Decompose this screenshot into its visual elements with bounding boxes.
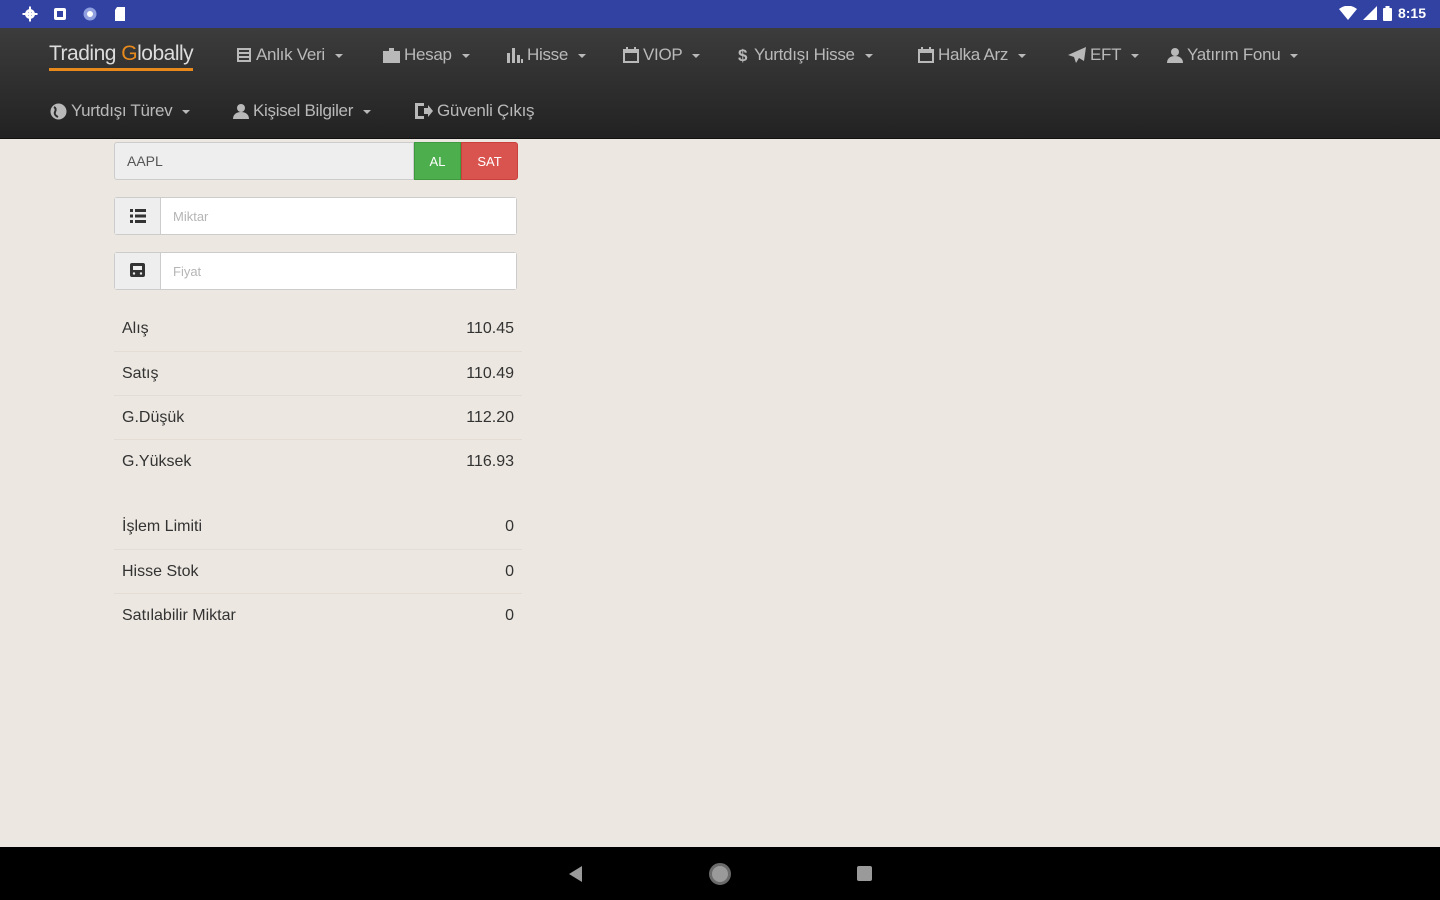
nav-item-hisse[interactable]: Hisse (506, 45, 587, 65)
sd-card-icon (115, 7, 125, 21)
system-nav-bar (0, 847, 1440, 900)
nav-item-anlik-veri[interactable]: Anlık Veri (236, 45, 343, 65)
nav-item-label: Kişisel Bilgiler (253, 101, 354, 120)
nav-item-label: Yurtdışı Türev (71, 101, 173, 120)
nav-item-label: Yurtdışı Hisse (754, 45, 855, 64)
chevron-down-icon (692, 54, 701, 58)
row-value: 116.93 (466, 452, 514, 470)
table-row: Satış 110.49 (114, 351, 522, 395)
brand-logo[interactable]: Trading Globally (49, 42, 194, 71)
row-value: 112.20 (466, 408, 514, 426)
status-bar-left-icons (22, 6, 128, 22)
nav-item-yatirim-fonu[interactable]: Yatırım Fonu (1167, 45, 1299, 65)
row-label: Satış (122, 364, 159, 382)
sim-icon (54, 8, 66, 20)
nav-item-label: Yatırım Fonu (1187, 45, 1281, 64)
wifi-icon (1338, 6, 1357, 20)
user-icon (1167, 48, 1183, 63)
quantity-input[interactable] (161, 198, 516, 234)
row-label: Alış (122, 320, 149, 337)
row-label: Hisse Stok (122, 562, 199, 580)
chevron-down-icon (461, 54, 470, 58)
table-row: G.Yüksek 116.93 (114, 439, 522, 483)
chevron-down-icon (864, 54, 873, 58)
chevron-down-icon (334, 54, 343, 58)
list-icon (129, 209, 146, 223)
table-row: Alış 110.45 (114, 307, 522, 351)
nav-item-label: Hisse (527, 45, 569, 64)
nav-item-kisisel-bilgiler[interactable]: Kişisel Bilgiler (233, 101, 372, 121)
nav-item-yurtdisi-turev[interactable]: Yurtdışı Türev (50, 101, 191, 121)
table-row: İşlem Limiti 0 (114, 505, 522, 549)
circle-icon (83, 7, 97, 21)
brand-prefix: Trading (49, 42, 122, 65)
symbol-input-group: AL SAT (114, 142, 518, 180)
row-value: 0 (505, 606, 514, 624)
home-icon[interactable] (709, 863, 731, 885)
globe-icon (50, 103, 67, 119)
status-bar-right: 8:15 (1338, 5, 1426, 21)
dollar-icon: $ (738, 46, 748, 64)
quantity-addon (115, 198, 161, 234)
brand-accent: G (121, 42, 138, 65)
chevron-down-icon (182, 110, 191, 114)
row-label: Satılabilir Miktar (122, 606, 236, 624)
chevron-down-icon (1018, 54, 1027, 58)
nav-item-halka-arz[interactable]: Halka Arz (918, 45, 1027, 65)
back-icon[interactable] (569, 866, 582, 882)
briefcase-icon (383, 47, 400, 63)
nav-item-viop[interactable]: VIOP (623, 45, 701, 65)
table-icon (237, 48, 251, 62)
recents-icon[interactable] (857, 866, 872, 881)
status-time: 8:15 (1397, 5, 1426, 21)
price-addon (115, 253, 161, 289)
calendar-icon (623, 47, 639, 63)
symbol-input[interactable] (114, 142, 414, 180)
nav-item-label: VIOP (643, 45, 683, 64)
nav-item-yurtdisi-hisse[interactable]: $ Yurtdışı Hisse (738, 45, 873, 65)
logout-icon (415, 103, 433, 119)
row-value: 110.45 (466, 320, 514, 337)
nav-item-label: Güvenli Çıkış (437, 101, 535, 120)
svg-text:$: $ (738, 46, 748, 64)
nav-item-eft[interactable]: EFT (1068, 45, 1140, 65)
nav-item-hesap[interactable]: Hesap (383, 45, 470, 65)
row-label: G.Düşük (122, 408, 185, 426)
price-input-group (114, 252, 517, 290)
calendar-icon (918, 47, 934, 63)
price-input[interactable] (161, 253, 516, 289)
buy-button[interactable]: AL (414, 142, 461, 180)
nav-item-label: EFT (1090, 45, 1122, 64)
send-icon (1068, 47, 1086, 63)
row-label: İşlem Limiti (122, 518, 203, 535)
chevron-down-icon (1131, 54, 1140, 58)
limits-table: İşlem Limiti 0 Hisse Stok 0 Satılabilir Mi… (114, 505, 522, 637)
top-navbar: Trading Globally Anlık Veri Hesap Hisse … (0, 28, 1440, 139)
table-row: Satılabilir Miktar 0 (114, 593, 522, 637)
chevron-down-icon (1290, 54, 1299, 58)
settings-icon (22, 6, 38, 22)
nav-item-label: Anlık Veri (256, 45, 325, 64)
quantity-input-group (114, 197, 517, 235)
chevron-down-icon (578, 54, 587, 58)
battery-icon (1382, 5, 1392, 21)
status-bar: 8:15 (0, 0, 1440, 28)
nav-item-label: Hesap (404, 45, 452, 64)
signal-icon (1362, 6, 1377, 20)
row-value: 0 (505, 518, 514, 535)
brand-suffix: lobally (137, 42, 194, 65)
nav-item-guvenli-cikis[interactable]: Güvenli Çıkış (415, 101, 534, 121)
row-value: 0 (505, 562, 514, 580)
sell-button[interactable]: SAT (461, 142, 518, 180)
table-row: G.Düşük 112.20 (114, 395, 522, 439)
train-icon (130, 263, 145, 277)
quote-table: Alış 110.45 Satış 110.49 G.Düşük 112.20 G.Y… (114, 307, 522, 483)
bar-chart-icon (507, 48, 523, 63)
table-row: Hisse Stok 0 (114, 549, 522, 593)
chevron-down-icon (363, 110, 372, 114)
user-icon (233, 104, 249, 119)
row-value: 110.49 (466, 364, 514, 382)
nav-item-label: Halka Arz (938, 45, 1009, 64)
row-label: G.Yüksek (122, 452, 192, 470)
